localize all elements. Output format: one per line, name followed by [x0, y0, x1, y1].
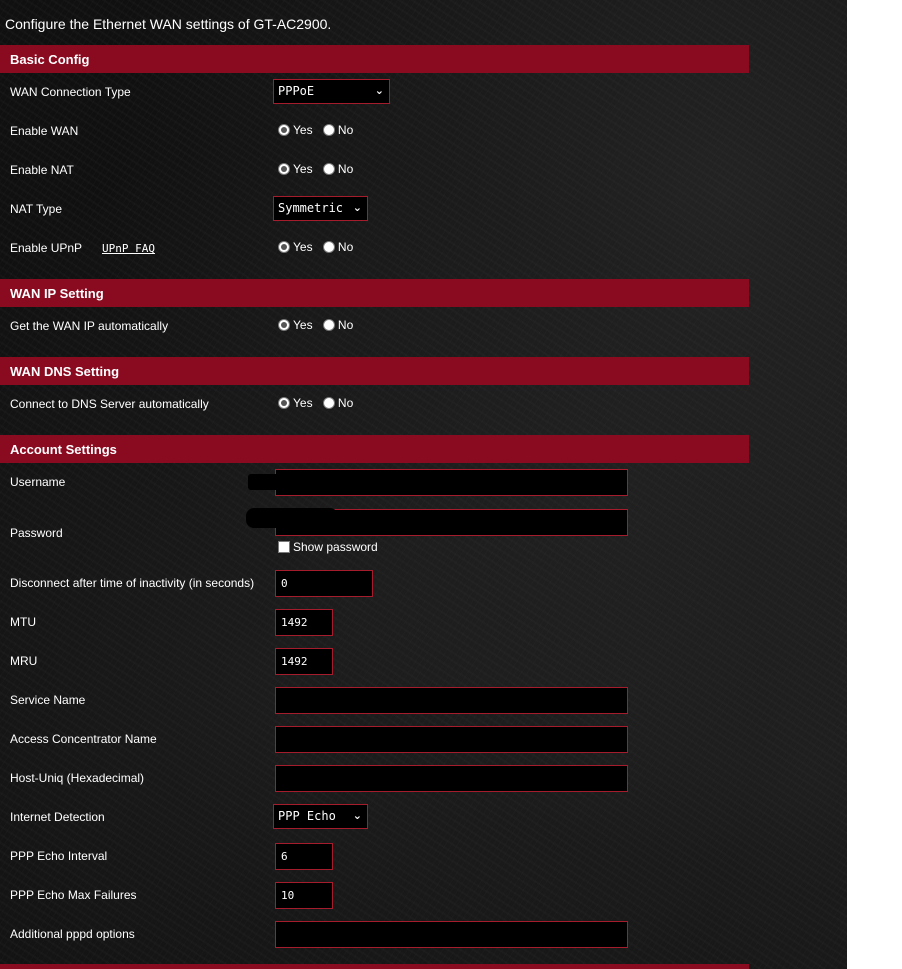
pppd-options-label: Additional pppd options: [10, 927, 135, 941]
section-title: Account Settings: [10, 442, 117, 457]
next-section-header: [0, 964, 749, 969]
enable-nat-yes[interactable]: Yes: [278, 162, 313, 176]
mtu-field[interactable]: 1492: [275, 609, 333, 636]
radio-unchecked-icon[interactable]: [322, 124, 335, 136]
mru-label: MRU: [10, 654, 38, 668]
wan-ip-auto-radio-group: Yes No: [278, 318, 360, 334]
access-concentrator-field[interactable]: [275, 726, 628, 753]
enable-nat-radio-group: Yes No: [278, 162, 360, 178]
username-redaction: [248, 474, 403, 490]
nat-type-value: Symmetric: [278, 201, 344, 215]
idle-timeout-field[interactable]: 0: [275, 570, 373, 597]
radio-no-label: No: [337, 240, 354, 254]
radio-no-label: No: [337, 162, 354, 176]
dns-auto-radio-group: Yes No: [278, 396, 360, 412]
radio-yes-label: Yes: [293, 240, 313, 254]
pppd-options-field[interactable]: [275, 921, 628, 948]
radio-yes-label: Yes: [293, 318, 313, 332]
nat-type-select[interactable]: Symmetric ⌄: [273, 196, 368, 221]
enable-nat-no[interactable]: No: [322, 162, 354, 176]
radio-yes-label: Yes: [293, 396, 313, 410]
radio-no-label: No: [337, 318, 354, 332]
enable-wan-label: Enable WAN: [10, 124, 79, 138]
internet-detection-select[interactable]: PPP Echo ⌄: [273, 804, 368, 829]
password-label: Password: [10, 526, 63, 540]
section-title: WAN DNS Setting: [10, 364, 120, 379]
radio-no-label: No: [337, 123, 354, 137]
section-basic-config: Basic Config: [0, 45, 749, 73]
service-name-field[interactable]: [275, 687, 628, 714]
dns-auto-label: Connect to DNS Server automatically: [10, 397, 209, 411]
section-wan-dns: WAN DNS Setting: [0, 357, 749, 385]
enable-upnp-no[interactable]: No: [322, 240, 354, 254]
dns-auto-yes[interactable]: Yes: [278, 396, 313, 410]
wan-ip-auto-label: Get the WAN IP automatically: [10, 319, 169, 333]
radio-checked-icon[interactable]: [278, 241, 290, 253]
radio-checked-icon[interactable]: [278, 397, 290, 409]
mtu-label: MTU: [10, 615, 36, 629]
checkbox-icon[interactable]: [278, 541, 290, 553]
echo-interval-field[interactable]: 6: [275, 843, 333, 870]
page-right-margin: [847, 0, 902, 969]
enable-wan-radio-group: Yes No: [278, 123, 360, 139]
chevron-down-icon: ⌄: [352, 809, 362, 822]
enable-nat-label: Enable NAT: [10, 163, 74, 177]
wan-ip-auto-yes[interactable]: Yes: [278, 318, 313, 332]
enable-upnp-yes[interactable]: Yes: [278, 240, 313, 254]
access-concentrator-label: Access Concentrator Name: [10, 732, 157, 746]
section-wan-ip: WAN IP Setting: [0, 279, 749, 307]
radio-unchecked-icon[interactable]: [322, 241, 335, 253]
radio-checked-icon[interactable]: [278, 163, 290, 175]
radio-unchecked-icon[interactable]: [322, 397, 335, 409]
page-intro: Configure the Ethernet WAN settings of G…: [5, 16, 332, 32]
service-name-label: Service Name: [10, 693, 86, 707]
idle-timeout-label: Disconnect after time of inactivity (in …: [10, 576, 255, 590]
internet-detection-label: Internet Detection: [10, 810, 105, 824]
show-password-toggle[interactable]: Show password: [278, 540, 378, 554]
radio-checked-icon[interactable]: [278, 319, 290, 331]
mru-field[interactable]: 1492: [275, 648, 333, 675]
internet-detection-value: PPP Echo: [278, 809, 336, 823]
radio-checked-icon[interactable]: [278, 124, 290, 136]
chevron-down-icon: ⌄: [352, 201, 362, 214]
wan-ip-auto-no[interactable]: No: [322, 318, 354, 332]
radio-yes-label: Yes: [293, 162, 313, 176]
host-uniq-field[interactable]: [275, 765, 628, 792]
section-title: Basic Config: [10, 52, 90, 67]
chevron-down-icon: ⌄: [374, 84, 384, 97]
nat-type-label: NAT Type: [10, 202, 63, 216]
enable-wan-no[interactable]: No: [322, 123, 354, 137]
echo-interval-label: PPP Echo Interval: [10, 849, 108, 863]
password-redaction: [246, 508, 338, 528]
radio-yes-label: Yes: [293, 123, 313, 137]
wan-type-value: PPPoE: [278, 84, 315, 98]
dns-auto-no[interactable]: No: [322, 396, 354, 410]
show-password-label: Show password: [293, 540, 378, 554]
wan-type-label: WAN Connection Type: [10, 85, 131, 99]
enable-upnp-label: Enable UPnP: [10, 241, 83, 255]
radio-no-label: No: [337, 396, 354, 410]
username-label: Username: [10, 475, 66, 489]
echo-max-failures-label: PPP Echo Max Failures: [10, 888, 137, 902]
wan-type-select[interactable]: PPPoE ⌄: [273, 79, 390, 104]
section-account: Account Settings: [0, 435, 749, 463]
echo-max-failures-field[interactable]: 10: [275, 882, 333, 909]
radio-unchecked-icon[interactable]: [322, 163, 335, 175]
section-title: WAN IP Setting: [10, 286, 104, 301]
enable-upnp-radio-group: Yes No: [278, 240, 360, 256]
host-uniq-label: Host-Uniq (Hexadecimal): [10, 771, 145, 785]
upnp-faq-link[interactable]: UPnP FAQ: [102, 242, 155, 255]
enable-wan-yes[interactable]: Yes: [278, 123, 313, 137]
radio-unchecked-icon[interactable]: [322, 319, 335, 331]
